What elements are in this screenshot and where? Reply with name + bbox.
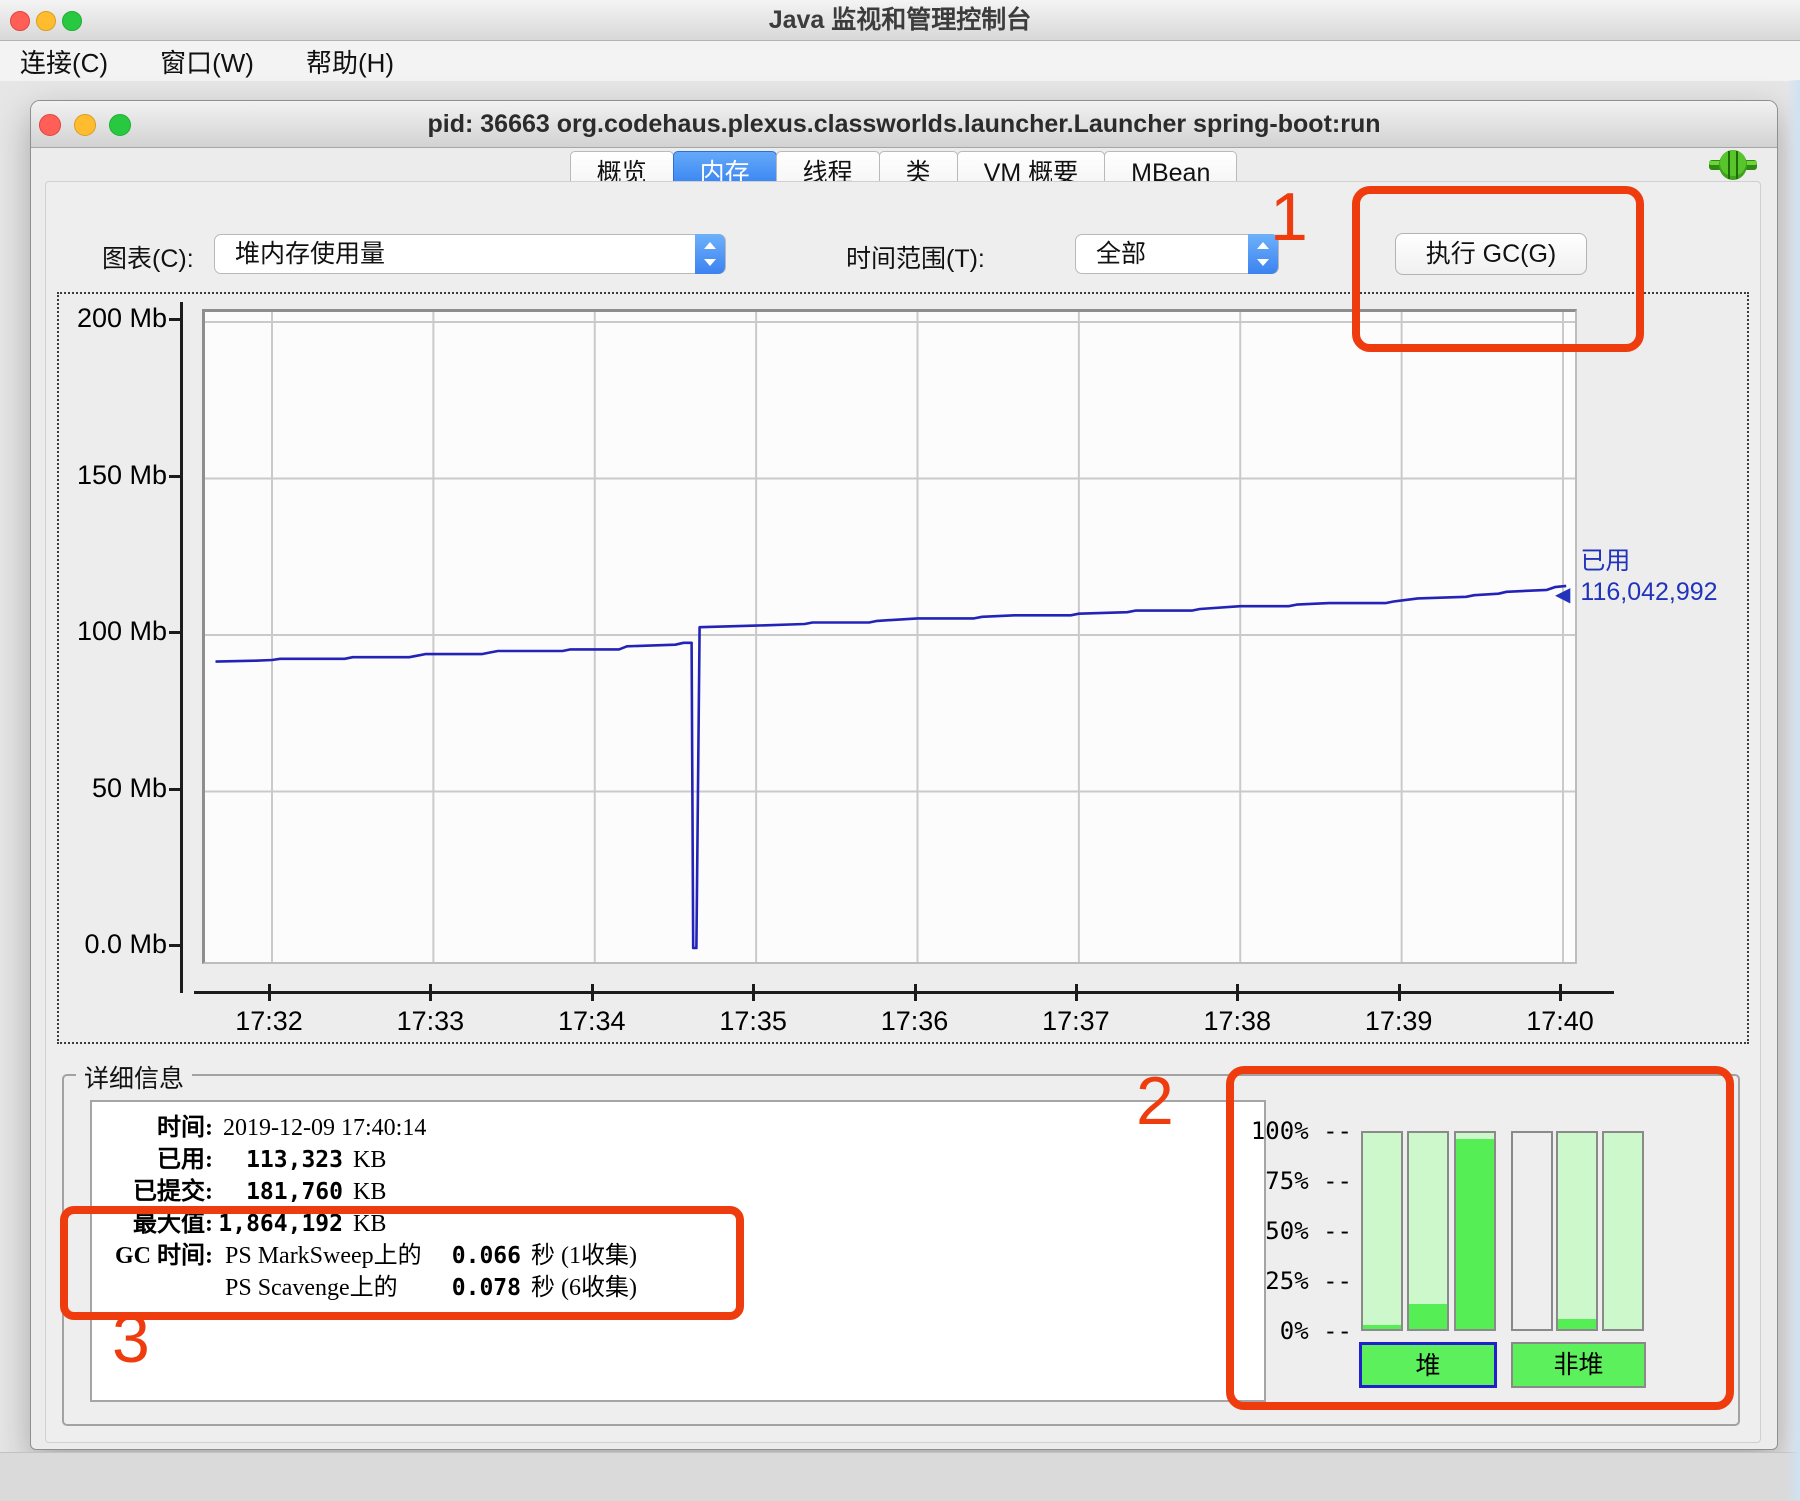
legend-series-value: 116,042,992 bbox=[1580, 577, 1717, 608]
chart-select-label: 图表(C): bbox=[102, 239, 194, 279]
x-tick-label: 17:32 bbox=[214, 1006, 324, 1037]
time-range-value: 全部 bbox=[1096, 235, 1146, 273]
x-tick-mark bbox=[268, 984, 271, 1001]
plot-area bbox=[202, 309, 1577, 964]
y-tick-label: 200 Mb bbox=[67, 303, 167, 334]
x-tick-label: 17:39 bbox=[1344, 1006, 1454, 1037]
chevron-updown-icon bbox=[695, 234, 725, 274]
details-group-title: 详细信息 bbox=[76, 1059, 192, 1095]
heap-memory-chart: 200 Mb 150 Mb 100 Mb 50 Mb 0.0 Mb 17:32 17:33… bbox=[57, 292, 1749, 1044]
heap-button[interactable]: 堆 bbox=[1359, 1342, 1497, 1388]
x-tick-label: 17:33 bbox=[375, 1006, 485, 1037]
console-titlebar: pid: 36663 org.codehaus.plexus.classworl… bbox=[31, 101, 1777, 148]
main-titlebar: Java 监视和管理控制台 bbox=[0, 0, 1800, 41]
detail-row-used: 已用: 113,323 KB bbox=[108, 1144, 1264, 1176]
console-title: pid: 36663 org.codehaus.plexus.classworl… bbox=[31, 101, 1777, 147]
non-heap-pool-bar bbox=[1511, 1131, 1553, 1331]
gauge-tick-label: 50% -- bbox=[1234, 1217, 1352, 1245]
gauge-tick-label: 0% -- bbox=[1234, 1317, 1352, 1345]
menu-window[interactable]: 窗口(W) bbox=[160, 43, 254, 80]
y-tick-mark bbox=[169, 318, 182, 321]
heap-pool-bar bbox=[1454, 1131, 1496, 1331]
chart-select-value: 堆内存使用量 bbox=[235, 235, 385, 273]
y-tick-mark bbox=[169, 475, 182, 478]
memory-tab-panel: 图表(C): 堆内存使用量 时间范围(T): 全部 执行 GC(G) 200 M… bbox=[45, 181, 1761, 1443]
perform-gc-button[interactable]: 执行 GC(G) bbox=[1395, 233, 1587, 275]
non-heap-pool-bar bbox=[1602, 1131, 1644, 1331]
y-tick-mark bbox=[169, 944, 182, 947]
x-tick-label: 17:37 bbox=[1021, 1006, 1131, 1037]
x-tick-mark bbox=[1559, 984, 1562, 1001]
y-tick-label: 0.0 Mb bbox=[67, 929, 167, 960]
detail-row-max: 最大值: 1,864,192 KB bbox=[108, 1208, 1264, 1240]
legend-arrow-icon: ◀ bbox=[1555, 582, 1570, 608]
detail-row-time: 时间: 2019-12-09 17:40:14 bbox=[108, 1112, 1264, 1144]
pool-bar-fill bbox=[1409, 1304, 1447, 1329]
y-tick-label: 50 Mb bbox=[67, 773, 167, 804]
gauge-tick-label: 25% -- bbox=[1234, 1267, 1352, 1295]
y-tick-mark bbox=[169, 788, 182, 791]
x-tick-mark bbox=[752, 984, 755, 1001]
chart-select[interactable]: 堆内存使用量 bbox=[214, 234, 726, 274]
console-window: pid: 36663 org.codehaus.plexus.classworl… bbox=[30, 100, 1778, 1450]
details-group: 详细信息 时间: 2019-12-09 17:40:14 已用: 113,323… bbox=[62, 1074, 1740, 1426]
x-tick-label: 17:34 bbox=[537, 1006, 647, 1037]
menu-connect[interactable]: 连接(C) bbox=[20, 43, 108, 80]
app-title: Java 监视和管理控制台 bbox=[0, 0, 1800, 40]
window-bottom-strip bbox=[0, 1452, 1800, 1501]
menu-help[interactable]: 帮助(H) bbox=[306, 43, 394, 80]
x-tick-label: 17:35 bbox=[698, 1006, 808, 1037]
menu-bar: 连接(C) 窗口(W) 帮助(H) bbox=[0, 41, 1800, 81]
x-tick-label: 17:36 bbox=[860, 1006, 970, 1037]
y-tick-label: 100 Mb bbox=[67, 616, 167, 647]
details-text-panel: 时间: 2019-12-09 17:40:14 已用: 113,323 KB 已… bbox=[90, 1100, 1266, 1402]
connection-status-icon bbox=[1707, 147, 1759, 183]
x-tick-mark bbox=[914, 984, 917, 1001]
x-tick-mark bbox=[591, 984, 594, 1001]
detail-row-gc-scavenge: PS Scavenge上的 0.078 秒 (6收集) bbox=[108, 1272, 1264, 1304]
x-tick-mark bbox=[429, 984, 432, 1001]
x-axis bbox=[194, 991, 1614, 994]
y-tick-mark bbox=[169, 631, 182, 634]
gauge-tick-label: 75% -- bbox=[1234, 1167, 1352, 1195]
window-right-edge bbox=[1786, 80, 1800, 1500]
heap-pool-bar bbox=[1361, 1131, 1403, 1331]
y-axis bbox=[180, 302, 183, 993]
x-tick-mark bbox=[1398, 984, 1401, 1001]
y-tick-label: 150 Mb bbox=[67, 460, 167, 491]
non-heap-pool-bar bbox=[1556, 1131, 1598, 1331]
pool-bar-fill bbox=[1456, 1139, 1494, 1329]
gauge-tick-label: 100% -- bbox=[1234, 1117, 1352, 1145]
pool-bar-fill bbox=[1363, 1325, 1401, 1329]
x-tick-label: 17:40 bbox=[1505, 1006, 1615, 1037]
chevron-updown-icon bbox=[1248, 234, 1278, 274]
detail-row-committed: 已提交: 181,760 KB bbox=[108, 1176, 1264, 1208]
x-tick-mark bbox=[1236, 984, 1239, 1001]
pool-bar-fill bbox=[1558, 1319, 1596, 1329]
series-legend: ◀ 已用 116,042,992 bbox=[1555, 546, 1718, 608]
x-tick-mark bbox=[1075, 984, 1078, 1001]
non-heap-button[interactable]: 非堆 bbox=[1511, 1342, 1646, 1388]
legend-series-name: 已用 bbox=[1580, 546, 1717, 577]
time-range-label: 时间范围(T): bbox=[846, 239, 985, 279]
heap-pool-bar bbox=[1407, 1131, 1449, 1331]
detail-row-gc-marksweep: GC 时间: PS MarkSweep上的 0.066 秒 (1收集) bbox=[108, 1240, 1264, 1272]
x-tick-label: 17:38 bbox=[1182, 1006, 1292, 1037]
time-range-select[interactable]: 全部 bbox=[1075, 234, 1279, 274]
